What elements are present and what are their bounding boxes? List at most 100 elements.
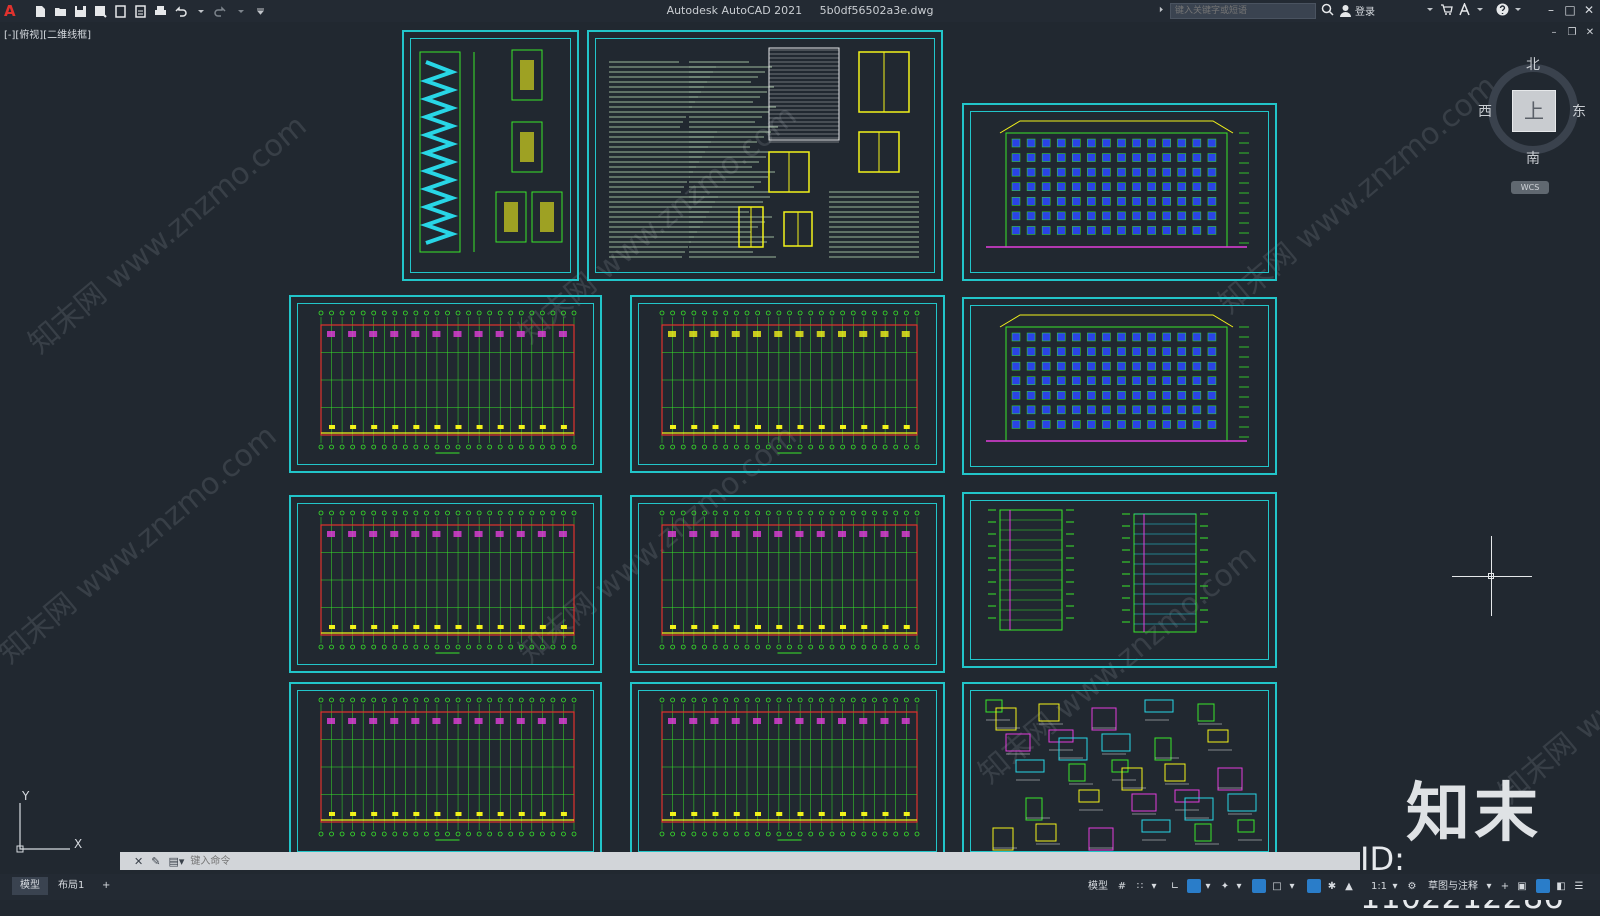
undo-icon[interactable] (172, 3, 188, 19)
drawing-sheet[interactable] (962, 682, 1277, 860)
ucs-icon: Y X (14, 789, 84, 855)
tab-layout1[interactable]: 布局1 (50, 877, 92, 895)
pickbox (1488, 573, 1494, 579)
annotation-scale-icon[interactable]: ▲ (1342, 879, 1356, 895)
workspace-switch[interactable]: 草图与注释 (1422, 879, 1484, 895)
workspace-dropdown-icon[interactable]: ▾ (1484, 879, 1494, 895)
drawing-sheet[interactable] (289, 495, 602, 673)
wcs-menu[interactable]: WCS (1511, 181, 1549, 194)
signin-dropdown-icon[interactable] (1423, 3, 1436, 16)
search-input[interactable] (1170, 3, 1316, 19)
isolate-objects-icon[interactable]: ◧ (1554, 879, 1568, 895)
grid-icon[interactable]: # (1115, 879, 1129, 895)
ucs-x-label: X (74, 837, 83, 851)
front-elevation-drawing (986, 120, 1249, 248)
annotation-visibility-icon[interactable] (1307, 879, 1321, 893)
plot-icon[interactable] (152, 3, 168, 19)
drawing-sheet[interactable] (962, 297, 1277, 475)
file-name: 5b0df56502a3e.dwg (819, 4, 934, 17)
drawing-sheet[interactable] (587, 30, 943, 281)
drawing-sheet[interactable] (630, 295, 945, 473)
floor-plan-drawing (659, 697, 920, 841)
open-folder-icon[interactable] (52, 3, 68, 19)
signin-button[interactable]: 登录 (1339, 3, 1375, 18)
viewcube-top-face[interactable]: 上 (1512, 90, 1556, 132)
compass-west[interactable]: 西 (1478, 101, 1492, 121)
save-icon[interactable] (72, 3, 88, 19)
section-drawing (988, 509, 1208, 633)
compass-north[interactable]: 北 (1526, 54, 1540, 74)
auto-scale-icon[interactable]: ✱ (1325, 879, 1339, 895)
snap-icon[interactable]: ∷ (1133, 879, 1147, 895)
redo-dropdown-icon[interactable] (232, 3, 248, 19)
drawing-sheet[interactable] (630, 682, 945, 860)
units-icon[interactable]: ▣ (1515, 879, 1529, 895)
stair-details-drawing (419, 49, 563, 253)
watermark-text: 知末网 www.znzmo.com (0, 418, 284, 671)
customize-toolbar-icon[interactable] (252, 3, 268, 19)
model-space-toggle[interactable]: 模型 (1084, 879, 1112, 895)
signin-label: 登录 (1355, 7, 1375, 18)
save-web-icon[interactable] (132, 3, 148, 19)
workspace-gear-icon[interactable]: ⚙ (1405, 879, 1419, 895)
isometric-icon[interactable]: ✦ (1218, 879, 1232, 895)
drawing-sheet[interactable] (289, 682, 602, 860)
drawing-sheet[interactable] (630, 495, 945, 673)
app-name: Autodesk AutoCAD 2021 (666, 4, 803, 17)
drawing-restore-icon[interactable]: ❐ (1566, 27, 1578, 38)
annotation-scale-value[interactable]: 1:1 (1368, 879, 1390, 895)
object-snap-tracking-icon[interactable] (1252, 879, 1266, 893)
object-snap-dropdown-icon[interactable]: ▾ (1287, 879, 1297, 895)
a360-dropdown-icon[interactable] (1473, 3, 1486, 16)
annotation-monitor-icon[interactable]: + (1498, 879, 1512, 895)
add-layout-tab[interactable]: + (94, 877, 118, 895)
object-snap-icon[interactable]: □ (1270, 879, 1284, 895)
polar-dropdown-icon[interactable]: ▾ (1203, 879, 1213, 895)
compass-east[interactable]: 东 (1572, 101, 1586, 121)
snap-dropdown-icon[interactable]: ▾ (1149, 879, 1159, 895)
help-icon[interactable] (1496, 3, 1509, 16)
help-dropdown-icon[interactable] (1511, 3, 1524, 16)
maximize-icon[interactable]: □ (1562, 2, 1578, 18)
rear-elevation-drawing (986, 314, 1249, 442)
quick-properties-icon[interactable] (1536, 879, 1550, 893)
ucs-y-label: Y (22, 789, 30, 803)
drawing-sheet[interactable] (962, 492, 1277, 668)
open-web-icon[interactable] (112, 3, 128, 19)
customization-menu-icon[interactable]: ☰ (1572, 879, 1586, 895)
polar-tracking-icon[interactable] (1187, 879, 1201, 893)
search-icon[interactable] (1321, 3, 1334, 16)
scale-dropdown-icon[interactable]: ▾ (1390, 879, 1400, 895)
redo-icon[interactable] (212, 3, 228, 19)
drawing-sheet[interactable] (289, 295, 602, 473)
viewcube[interactable]: 上 北 南 东 西 (1478, 57, 1588, 170)
autocad-logo-icon[interactable]: A (4, 3, 18, 19)
autodesk-app-store-icon[interactable] (1440, 3, 1453, 16)
drawing-close-icon[interactable]: ✕ (1584, 27, 1596, 38)
quick-access-toolbar (32, 3, 268, 19)
minimize-icon[interactable]: – (1543, 2, 1559, 18)
command-input[interactable] (188, 854, 593, 868)
a360-icon[interactable] (1458, 3, 1471, 16)
new-file-icon[interactable] (32, 3, 48, 19)
watermark-text: 知末网 www.znzmo.com (22, 108, 314, 361)
command-line[interactable]: ✕ ✎ ▤▾ (120, 852, 1360, 870)
close-icon[interactable]: ✕ (1581, 2, 1597, 18)
details-drawing (985, 699, 1262, 851)
command-close-icon[interactable]: ✕ (134, 855, 143, 868)
undo-dropdown-icon[interactable] (192, 3, 208, 19)
save-as-icon[interactable] (92, 3, 108, 19)
search-expand-icon[interactable] (1158, 3, 1166, 16)
compass-south[interactable]: 南 (1526, 148, 1540, 168)
isometric-dropdown-icon[interactable]: ▾ (1234, 879, 1244, 895)
status-bar (0, 874, 1600, 900)
command-history-icon[interactable]: ▤▾ (168, 855, 184, 868)
viewport-controls-label[interactable]: [-][俯视][二维线框] (4, 26, 91, 41)
drawing-sheet[interactable] (962, 103, 1277, 281)
floor-plan-drawing (318, 310, 577, 454)
command-customize-icon[interactable]: ✎ (151, 855, 160, 868)
drawing-sheet[interactable] (402, 30, 579, 281)
drawing-minimize-icon[interactable]: – (1548, 27, 1560, 38)
ortho-icon[interactable]: ∟ (1168, 879, 1182, 895)
tab-model[interactable]: 模型 (12, 877, 48, 895)
